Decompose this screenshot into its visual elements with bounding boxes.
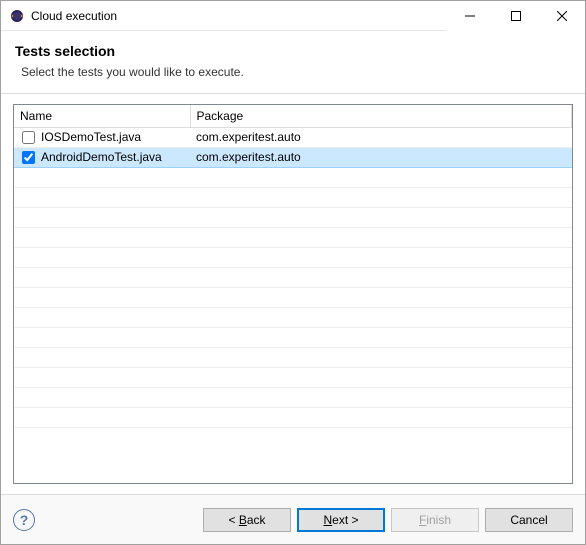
test-package: com.experitest.auto — [190, 147, 572, 167]
empty-row — [14, 347, 572, 367]
empty-row — [14, 367, 572, 387]
cancel-button[interactable]: Cancel — [485, 508, 573, 532]
titlebar: Cloud execution — [1, 1, 585, 31]
close-button[interactable] — [539, 1, 585, 31]
test-checkbox[interactable] — [22, 151, 35, 164]
empty-row — [14, 287, 572, 307]
page-subtitle: Select the tests you would like to execu… — [21, 65, 571, 79]
empty-row — [14, 187, 572, 207]
eclipse-icon — [9, 8, 25, 24]
test-name: IOSDemoTest.java — [41, 130, 141, 144]
tests-table: Name Package IOSDemoTest.java com.experit… — [14, 105, 572, 428]
content-area: Name Package IOSDemoTest.java com.experit… — [1, 94, 585, 494]
empty-row — [14, 207, 572, 227]
button-bar: ? < Back Next > Finish Cancel — [1, 494, 585, 544]
window-title: Cloud execution — [31, 9, 117, 23]
table-row[interactable]: AndroidDemoTest.java com.experitest.auto — [14, 147, 572, 167]
test-package: com.experitest.auto — [190, 127, 572, 147]
maximize-button[interactable] — [493, 1, 539, 31]
tests-table-container: Name Package IOSDemoTest.java com.experit… — [13, 104, 573, 484]
empty-row — [14, 387, 572, 407]
next-button[interactable]: Next > — [297, 508, 385, 532]
empty-row — [14, 247, 572, 267]
empty-row — [14, 307, 572, 327]
dialog-window: Cloud execution Tests selection Select t… — [0, 0, 586, 545]
table-row[interactable]: IOSDemoTest.java com.experitest.auto — [14, 127, 572, 147]
minimize-button[interactable] — [447, 1, 493, 31]
help-icon[interactable]: ? — [13, 509, 35, 531]
finish-button: Finish — [391, 508, 479, 532]
column-header-package[interactable]: Package — [190, 105, 572, 127]
test-checkbox[interactable] — [22, 131, 35, 144]
empty-row — [14, 407, 572, 427]
empty-row — [14, 227, 572, 247]
empty-row — [14, 327, 572, 347]
column-header-name[interactable]: Name — [14, 105, 190, 127]
empty-row — [14, 267, 572, 287]
back-button[interactable]: < Back — [203, 508, 291, 532]
page-title: Tests selection — [15, 43, 571, 59]
test-name: AndroidDemoTest.java — [41, 150, 162, 164]
wizard-header: Tests selection Select the tests you wou… — [1, 31, 585, 94]
empty-row — [14, 167, 572, 187]
